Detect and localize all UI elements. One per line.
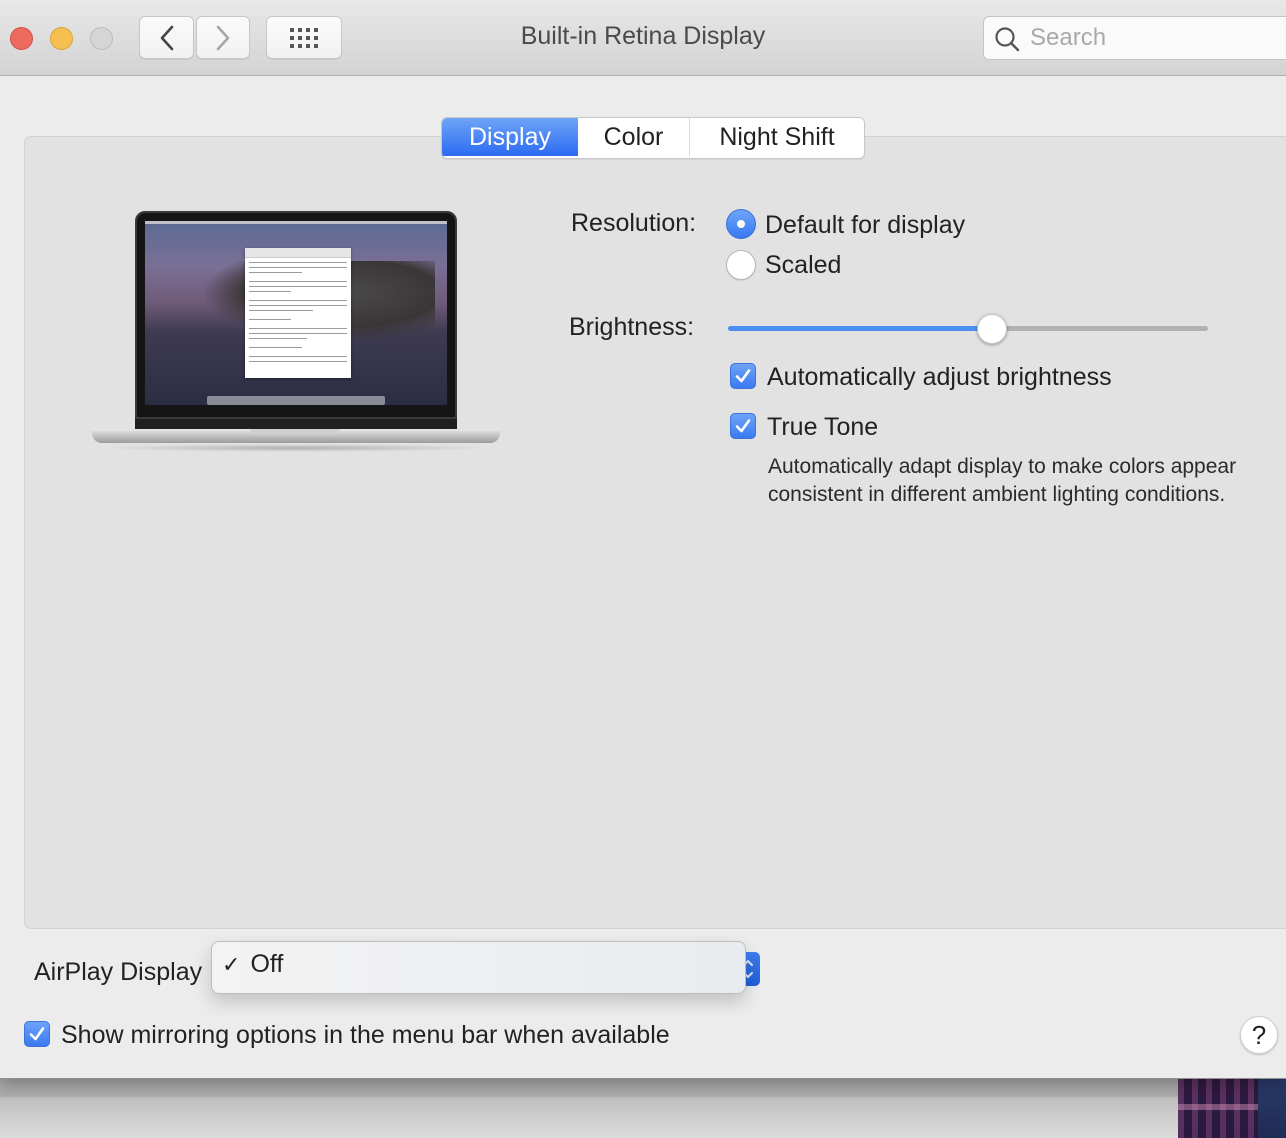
radio-default-label[interactable]: Default for display [765,211,965,240]
radio-scaled[interactable] [726,250,756,280]
checkmark-icon [735,369,751,383]
laptop-bezel [135,211,457,419]
menu-item-label: Off [250,950,284,978]
tab-bar: Display Color Night Shift [441,117,865,159]
true-tone-checkbox[interactable] [730,413,756,439]
radio-default-for-display[interactable] [726,209,756,239]
system-preferences-window: Built-in Retina Display Display Color Ni… [0,0,1286,1079]
desktop-photo-fragment [1178,1078,1286,1138]
slider-fill [728,326,992,331]
checkmark-icon [735,419,751,433]
tab-night-shift[interactable]: Night Shift [690,118,864,156]
laptop-screen [145,221,447,405]
desktop-background [0,1078,1286,1138]
airplay-display-label: AirPlay Display [34,958,203,986]
brightness-label: Brightness: [569,313,695,341]
checkmark-icon: ✓ [222,951,241,977]
display-preview-image [90,210,500,460]
textedit-document-thumbnail [245,248,351,378]
slider-thumb[interactable] [977,314,1007,344]
help-button[interactable]: ? [1240,1016,1278,1054]
search-input[interactable] [1030,23,1286,53]
search-field[interactable] [983,16,1286,60]
checkmark-icon [29,1027,45,1041]
title-bar: Built-in Retina Display [0,0,1286,76]
brightness-slider[interactable] [728,314,1210,344]
radio-scaled-label[interactable]: Scaled [765,251,841,280]
dock-thumbnail [207,396,385,405]
resolution-label: Resolution: [571,209,697,237]
airplay-dropdown-menu: ✓ Off [211,941,746,994]
tab-display[interactable]: Display [442,118,578,156]
auto-brightness-checkbox[interactable] [730,363,756,389]
show-mirroring-checkbox[interactable] [24,1021,50,1047]
search-icon [995,27,1020,52]
auto-brightness-label[interactable]: Automatically adjust brightness [767,363,1112,392]
true-tone-label[interactable]: True Tone [767,413,878,442]
true-tone-description: Automatically adapt display to make colo… [768,455,1237,506]
tab-color[interactable]: Color [578,118,690,156]
show-mirroring-label[interactable]: Show mirroring options in the menu bar w… [61,1021,670,1050]
airplay-menu-item-off[interactable]: ✓ Off [222,950,283,979]
